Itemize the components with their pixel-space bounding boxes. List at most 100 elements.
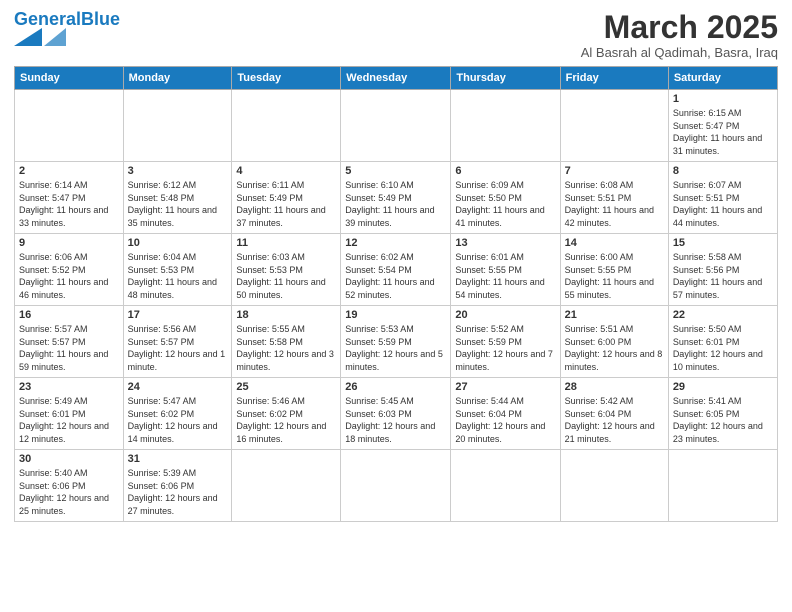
- day-number: 13: [455, 237, 555, 249]
- table-row: 29 Sunrise: 5:41 AM Sunset: 6:05 PM Dayli…: [668, 378, 777, 450]
- day-info: Sunrise: 6:10 AM Sunset: 5:49 PM Dayligh…: [345, 179, 446, 229]
- table-row: 28 Sunrise: 5:42 AM Sunset: 6:04 PM Dayli…: [560, 378, 668, 450]
- table-row: 11 Sunrise: 6:03 AM Sunset: 5:53 PM Dayli…: [232, 234, 341, 306]
- table-row: 10 Sunrise: 6:04 AM Sunset: 5:53 PM Dayli…: [123, 234, 232, 306]
- day-info: Sunrise: 5:58 AM Sunset: 5:56 PM Dayligh…: [673, 251, 773, 301]
- day-info: Sunrise: 6:15 AM Sunset: 5:47 PM Dayligh…: [673, 107, 773, 157]
- day-number: 3: [128, 165, 228, 177]
- day-number: 29: [673, 381, 773, 393]
- logo-blue: Blue: [81, 9, 120, 29]
- day-number: 19: [345, 309, 446, 321]
- day-info: Sunrise: 5:50 AM Sunset: 6:01 PM Dayligh…: [673, 323, 773, 373]
- day-number: 21: [565, 309, 664, 321]
- day-info: Sunrise: 5:45 AM Sunset: 6:03 PM Dayligh…: [345, 395, 446, 445]
- day-number: 27: [455, 381, 555, 393]
- day-info: Sunrise: 6:01 AM Sunset: 5:55 PM Dayligh…: [455, 251, 555, 301]
- table-row: 21Sunrise: 5:51 AM Sunset: 6:00 PM Dayli…: [560, 306, 668, 378]
- page: GeneralBlue March 2025 Al Basrah al Qadi…: [0, 0, 792, 612]
- table-row: 16 Sunrise: 5:57 AM Sunset: 5:57 PM Dayli…: [15, 306, 124, 378]
- day-number: 24: [128, 381, 228, 393]
- table-row: 1 Sunrise: 6:15 AM Sunset: 5:47 PM Daylig…: [668, 90, 777, 162]
- day-info: Sunrise: 6:09 AM Sunset: 5:50 PM Dayligh…: [455, 179, 555, 229]
- header-wednesday: Wednesday: [341, 67, 451, 90]
- title-block: March 2025 Al Basrah al Qadimah, Basra, …: [581, 10, 778, 60]
- day-info: Sunrise: 6:02 AM Sunset: 5:54 PM Dayligh…: [345, 251, 446, 301]
- table-row: [15, 90, 124, 162]
- day-info: Sunrise: 6:12 AM Sunset: 5:48 PM Dayligh…: [128, 179, 228, 229]
- day-info: Sunrise: 6:03 AM Sunset: 5:53 PM Dayligh…: [236, 251, 336, 301]
- day-number: 12: [345, 237, 446, 249]
- day-info: Sunrise: 5:49 AM Sunset: 6:01 PM Dayligh…: [19, 395, 119, 445]
- day-info: Sunrise: 5:42 AM Sunset: 6:04 PM Dayligh…: [565, 395, 664, 445]
- table-row: 2Sunrise: 6:14 AM Sunset: 5:47 PM Daylig…: [15, 162, 124, 234]
- day-number: 5: [345, 165, 446, 177]
- table-row: [232, 90, 341, 162]
- table-row: 24Sunrise: 5:47 AM Sunset: 6:02 PM Dayli…: [123, 378, 232, 450]
- table-row: 27 Sunrise: 5:44 AM Sunset: 6:04 PM Dayli…: [451, 378, 560, 450]
- day-number: 11: [236, 237, 336, 249]
- logo: GeneralBlue: [14, 10, 120, 48]
- day-info: Sunrise: 6:08 AM Sunset: 5:51 PM Dayligh…: [565, 179, 664, 229]
- table-row: 14 Sunrise: 6:00 AM Sunset: 5:55 PM Dayli…: [560, 234, 668, 306]
- day-info: Sunrise: 5:40 AM Sunset: 6:06 PM Dayligh…: [19, 467, 119, 517]
- day-number: 26: [345, 381, 446, 393]
- header-friday: Friday: [560, 67, 668, 90]
- day-info: Sunrise: 5:41 AM Sunset: 6:05 PM Dayligh…: [673, 395, 773, 445]
- table-row: 19Sunrise: 5:53 AM Sunset: 5:59 PM Dayli…: [341, 306, 451, 378]
- table-row: 7 Sunrise: 6:08 AM Sunset: 5:51 PM Daylig…: [560, 162, 668, 234]
- table-row: [560, 90, 668, 162]
- table-row: 4Sunrise: 6:11 AM Sunset: 5:49 PM Daylig…: [232, 162, 341, 234]
- calendar-header-row: Sunday Monday Tuesday Wednesday Thursday…: [15, 67, 778, 90]
- day-number: 25: [236, 381, 336, 393]
- day-number: 1: [673, 93, 773, 105]
- table-row: [341, 90, 451, 162]
- month-title: March 2025: [581, 10, 778, 45]
- day-number: 28: [565, 381, 664, 393]
- table-row: 23 Sunrise: 5:49 AM Sunset: 6:01 PM Dayli…: [15, 378, 124, 450]
- table-row: [451, 90, 560, 162]
- header-saturday: Saturday: [668, 67, 777, 90]
- header-monday: Monday: [123, 67, 232, 90]
- day-info: Sunrise: 5:56 AM Sunset: 5:57 PM Dayligh…: [128, 323, 228, 373]
- day-number: 18: [236, 309, 336, 321]
- day-info: Sunrise: 6:00 AM Sunset: 5:55 PM Dayligh…: [565, 251, 664, 301]
- day-number: 22: [673, 309, 773, 321]
- day-number: 2: [19, 165, 119, 177]
- table-row: 13 Sunrise: 6:01 AM Sunset: 5:55 PM Dayli…: [451, 234, 560, 306]
- day-info: Sunrise: 6:07 AM Sunset: 5:51 PM Dayligh…: [673, 179, 773, 229]
- table-row: 25 Sunrise: 5:46 AM Sunset: 6:02 PM Dayli…: [232, 378, 341, 450]
- table-row: 3 Sunrise: 6:12 AM Sunset: 5:48 PM Daylig…: [123, 162, 232, 234]
- day-number: 7: [565, 165, 664, 177]
- day-number: 31: [128, 453, 228, 465]
- table-row: 20Sunrise: 5:52 AM Sunset: 5:59 PM Dayli…: [451, 306, 560, 378]
- day-info: Sunrise: 5:57 AM Sunset: 5:57 PM Dayligh…: [19, 323, 119, 373]
- day-info: Sunrise: 5:52 AM Sunset: 5:59 PM Dayligh…: [455, 323, 555, 373]
- day-number: 16: [19, 309, 119, 321]
- day-number: 23: [19, 381, 119, 393]
- header-sunday: Sunday: [15, 67, 124, 90]
- table-row: 22 Sunrise: 5:50 AM Sunset: 6:01 PM Dayli…: [668, 306, 777, 378]
- table-row: 6Sunrise: 6:09 AM Sunset: 5:50 PM Daylig…: [451, 162, 560, 234]
- day-info: Sunrise: 5:46 AM Sunset: 6:02 PM Dayligh…: [236, 395, 336, 445]
- calendar-table: Sunday Monday Tuesday Wednesday Thursday…: [14, 66, 778, 521]
- location: Al Basrah al Qadimah, Basra, Iraq: [581, 45, 778, 60]
- table-row: [232, 450, 341, 521]
- table-row: 5 Sunrise: 6:10 AM Sunset: 5:49 PM Daylig…: [341, 162, 451, 234]
- header-thursday: Thursday: [451, 67, 560, 90]
- day-number: 14: [565, 237, 664, 249]
- day-info: Sunrise: 5:44 AM Sunset: 6:04 PM Dayligh…: [455, 395, 555, 445]
- day-number: 4: [236, 165, 336, 177]
- day-info: Sunrise: 6:04 AM Sunset: 5:53 PM Dayligh…: [128, 251, 228, 301]
- table-row: 31 Sunrise: 5:39 AM Sunset: 6:06 PM Dayli…: [123, 450, 232, 521]
- table-row: 12 Sunrise: 6:02 AM Sunset: 5:54 PM Dayli…: [341, 234, 451, 306]
- header: GeneralBlue March 2025 Al Basrah al Qadi…: [14, 10, 778, 60]
- day-number: 10: [128, 237, 228, 249]
- table-row: 9 Sunrise: 6:06 AM Sunset: 5:52 PM Daylig…: [15, 234, 124, 306]
- day-number: 17: [128, 309, 228, 321]
- table-row: 17 Sunrise: 5:56 AM Sunset: 5:57 PM Dayli…: [123, 306, 232, 378]
- day-info: Sunrise: 6:06 AM Sunset: 5:52 PM Dayligh…: [19, 251, 119, 301]
- day-number: 9: [19, 237, 119, 249]
- table-row: [668, 450, 777, 521]
- table-row: 18Sunrise: 5:55 AM Sunset: 5:58 PM Dayli…: [232, 306, 341, 378]
- day-info: Sunrise: 5:39 AM Sunset: 6:06 PM Dayligh…: [128, 467, 228, 517]
